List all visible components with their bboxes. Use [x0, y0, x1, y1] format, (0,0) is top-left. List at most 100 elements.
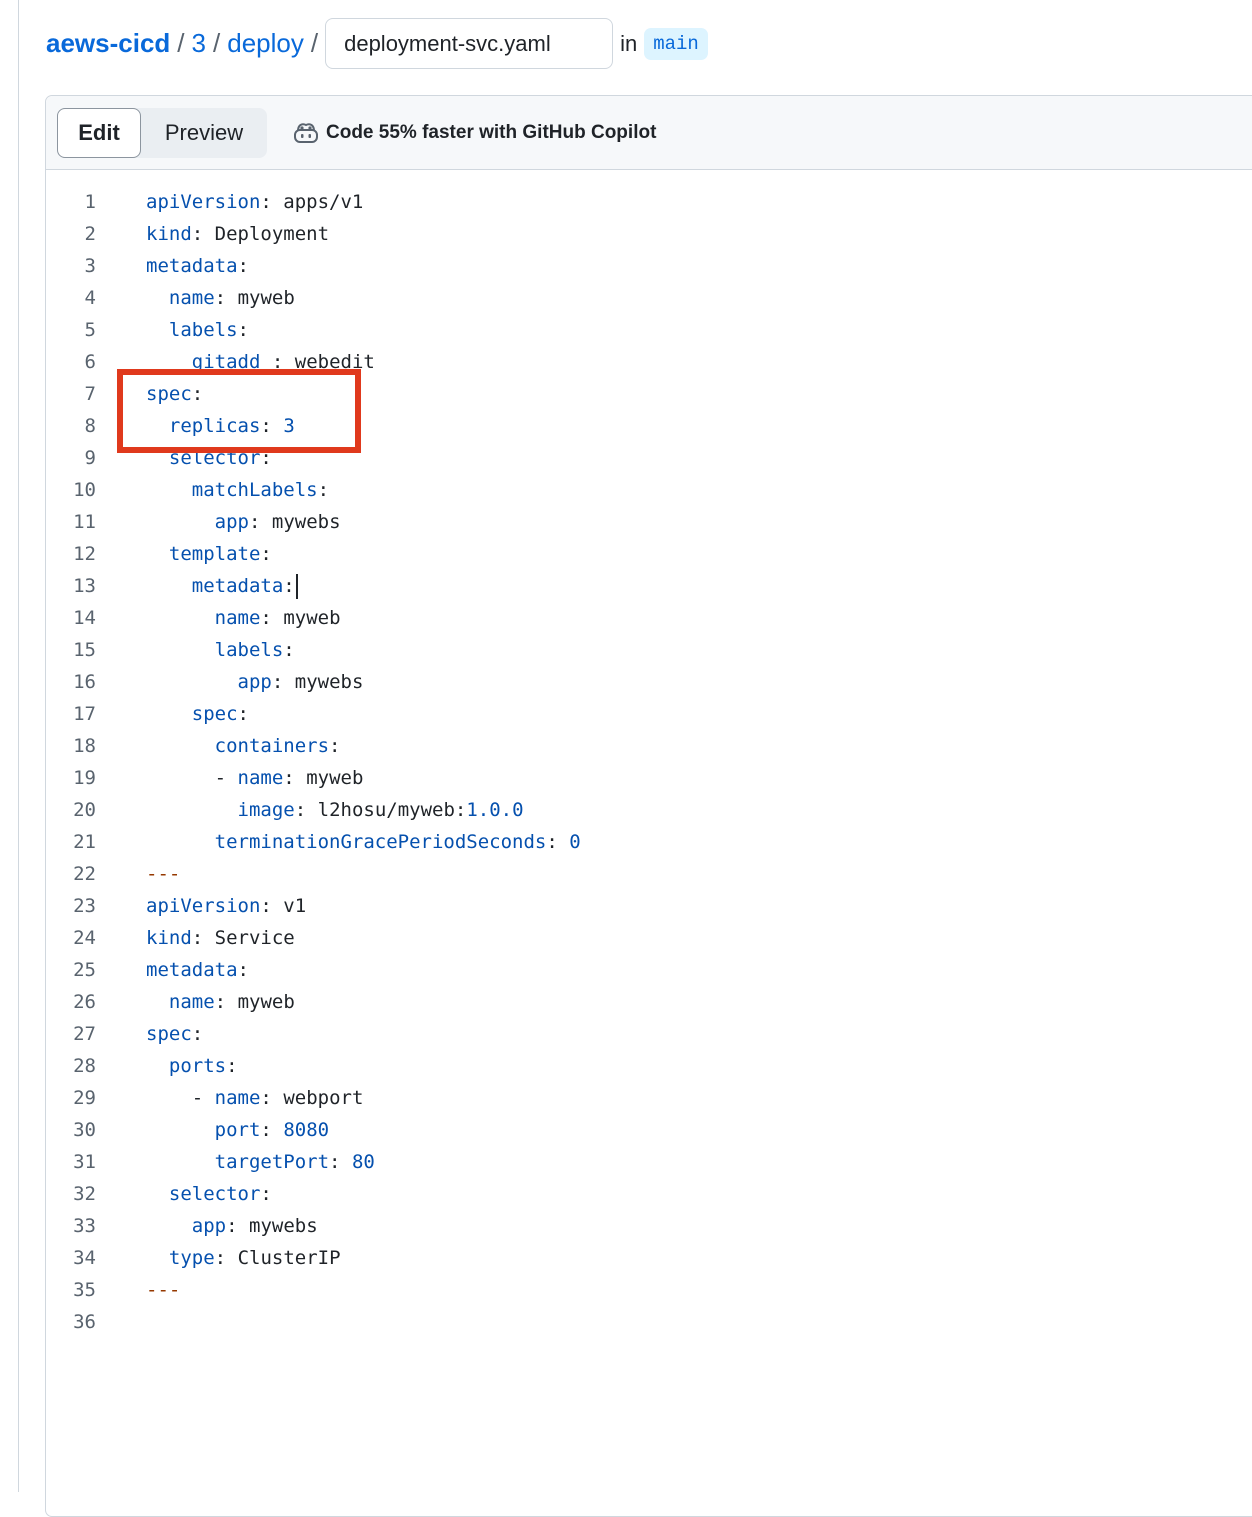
line-content: replicas: 3: [168, 415, 295, 437]
code-line[interactable]: 23 apiVersion: v1: [46, 890, 1252, 922]
line-number: 12: [73, 543, 96, 565]
code-line[interactable]: 31 targetPort: 80: [46, 1146, 1252, 1178]
line-content: containers:: [214, 735, 341, 757]
line-content: - name: myweb: [146, 767, 364, 789]
line-content: app: mywebs: [214, 511, 341, 533]
code-line[interactable]: 25 metadata:: [46, 954, 1252, 986]
code-line[interactable]: 4 name: myweb: [46, 282, 1252, 314]
yaml-key: template: [168, 543, 261, 565]
yaml-value: v1: [283, 895, 307, 917]
line-number: 4: [84, 287, 96, 309]
line-number: 5: [84, 319, 96, 341]
line-content: labels:: [214, 639, 295, 661]
branch-badge[interactable]: main: [644, 27, 708, 60]
code-line[interactable]: 18 containers:: [46, 730, 1252, 762]
copilot-promo-link[interactable]: Code 55% faster with GitHub Copilot: [292, 121, 656, 145]
line-content: spec:: [191, 703, 249, 725]
code-line[interactable]: 1 apiVersion: apps/v1: [46, 186, 1252, 218]
line-content: apiVersion: apps/v1: [146, 191, 364, 213]
code-line[interactable]: 17 spec:: [46, 698, 1252, 730]
line-number: 6: [84, 351, 96, 373]
yaml-key: name: [168, 991, 215, 1013]
line-number: 1: [84, 191, 96, 213]
code-line[interactable]: 34 type: ClusterIP: [46, 1242, 1252, 1274]
line-content: - name: webport: [146, 1087, 364, 1109]
code-line[interactable]: 36: [46, 1306, 1252, 1338]
yaml-value: Deployment: [214, 223, 330, 245]
code-line[interactable]: 8 replicas: 3: [46, 410, 1252, 442]
yaml-number: 0: [569, 831, 581, 853]
line-content: app: mywebs: [191, 1215, 318, 1237]
code-line[interactable]: 30 port: 8080: [46, 1114, 1252, 1146]
code-line[interactable]: 32 selector:: [46, 1178, 1252, 1210]
code-line[interactable]: 7 spec:: [46, 378, 1252, 410]
line-content: apiVersion: v1: [146, 895, 307, 917]
code-line[interactable]: 11 app: mywebs: [46, 506, 1252, 538]
line-content: matchLabels:: [191, 479, 330, 501]
filename-input[interactable]: [325, 18, 614, 69]
breadcrumb-folder-link[interactable]: deploy: [227, 28, 304, 59]
yaml-key: apiVersion: [146, 895, 261, 917]
yaml-key: metadata: [146, 959, 238, 981]
code-line[interactable]: 3 metadata:: [46, 250, 1252, 282]
code-editor[interactable]: 1 apiVersion: apps/v1 2 kind: Deployment 3 me…: [46, 186, 1252, 1338]
code-line[interactable]: 27 spec:: [46, 1018, 1252, 1050]
code-line[interactable]: 2 kind: Deployment: [46, 218, 1252, 250]
line-content: ---: [146, 1274, 180, 1306]
document-separator: ---: [146, 1279, 181, 1301]
line-content: spec:: [146, 1023, 204, 1045]
code-line[interactable]: 9 selector:: [46, 442, 1252, 474]
yaml-value: ClusterIP: [237, 1247, 341, 1269]
breadcrumb-repo-link[interactable]: aews-cicd: [46, 28, 170, 59]
code-line[interactable]: 24 kind: Service: [46, 922, 1252, 954]
tab-preview[interactable]: Preview: [141, 108, 267, 158]
breadcrumb-separator: /: [177, 28, 185, 58]
code-line[interactable]: 28 ports:: [46, 1050, 1252, 1082]
line-number: 11: [73, 511, 96, 533]
code-line[interactable]: 26 name: myweb: [46, 986, 1252, 1018]
yaml-number: 3: [283, 415, 295, 437]
line-number: 21: [73, 831, 96, 853]
line-number: 28: [73, 1055, 96, 1077]
yaml-key: labels: [214, 639, 284, 661]
code-line[interactable]: 16 app: mywebs: [46, 666, 1252, 698]
code-line[interactable]: 14 name: myweb: [46, 602, 1252, 634]
yaml-value: Service: [214, 927, 295, 949]
yaml-value: myweb: [237, 287, 295, 309]
line-number: 16: [73, 671, 96, 693]
code-line[interactable]: 29 - name: webport: [46, 1082, 1252, 1114]
line-content: metadata:: [146, 255, 249, 277]
code-line[interactable]: 10 matchLabels:: [46, 474, 1252, 506]
code-line[interactable]: 6 gitadd : webedit: [46, 346, 1252, 378]
yaml-value: l2hosu/myweb:: [317, 799, 467, 821]
line-number: 29: [73, 1087, 96, 1109]
yaml-value: myweb: [237, 991, 295, 1013]
line-number: 30: [73, 1119, 96, 1141]
code-line[interactable]: 33 app: mywebs: [46, 1210, 1252, 1242]
line-content: labels:: [168, 319, 249, 341]
code-line[interactable]: 13 metadata:: [46, 570, 1252, 602]
yaml-key: image: [237, 799, 295, 821]
code-line[interactable]: 19 - name: myweb: [46, 762, 1252, 794]
breadcrumb-folder-link[interactable]: 3: [192, 28, 206, 59]
yaml-key: spec: [191, 703, 238, 725]
code-line[interactable]: 22 ---: [46, 858, 1252, 890]
tab-edit[interactable]: Edit: [57, 107, 141, 158]
document-separator: ---: [146, 863, 181, 885]
code-line[interactable]: 5 labels:: [46, 314, 1252, 346]
line-number: 36: [73, 1311, 96, 1333]
line-content: selector:: [168, 447, 272, 469]
code-line[interactable]: 15 labels:: [46, 634, 1252, 666]
code-line[interactable]: 20 image: l2hosu/myweb:1.0.0: [46, 794, 1252, 826]
code-line[interactable]: 12 template:: [46, 538, 1252, 570]
line-number: 2: [84, 223, 96, 245]
line-content: kind: Service: [146, 927, 295, 949]
yaml-key: kind: [146, 223, 192, 245]
yaml-key: ports: [168, 1055, 227, 1077]
edit-preview-tabs: Edit Preview: [57, 107, 267, 158]
line-content: targetPort: 80: [214, 1151, 375, 1173]
code-line[interactable]: 35 ---: [46, 1274, 1252, 1306]
line-content: app: mywebs: [237, 671, 364, 693]
code-line[interactable]: 21 terminationGracePeriodSeconds: 0: [46, 826, 1252, 858]
line-content: image: l2hosu/myweb:1.0.0: [237, 799, 524, 821]
